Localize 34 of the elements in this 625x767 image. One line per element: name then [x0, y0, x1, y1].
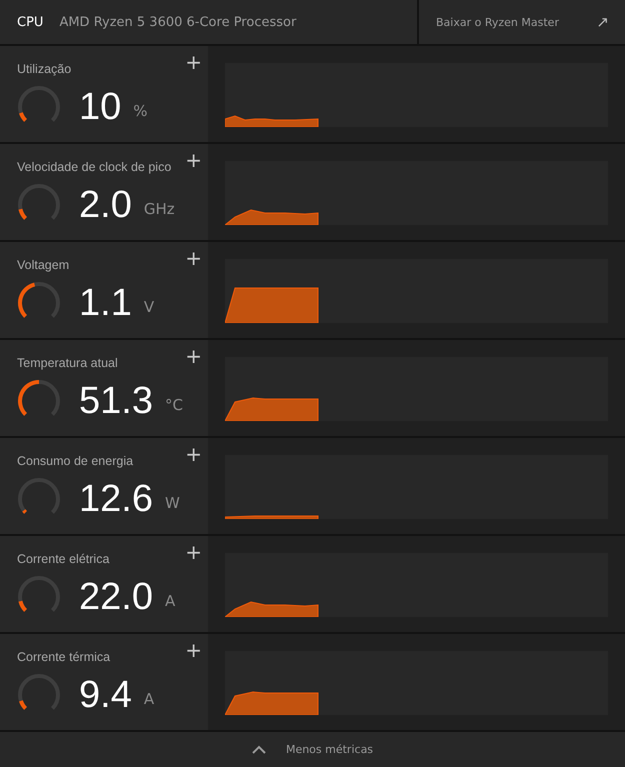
metric-value: 10 — [79, 86, 122, 128]
metric-unit: A — [144, 690, 154, 708]
chevron-up-icon — [252, 745, 266, 754]
metric-value: 2.0 — [79, 184, 132, 226]
metric-unit: A — [164, 592, 176, 610]
add-button[interactable]: + — [185, 640, 202, 660]
metric-title: Corrente térmica — [17, 650, 110, 664]
metric-title: Consumo de energia — [17, 454, 134, 468]
add-button[interactable]: + — [185, 444, 202, 464]
metric-unit: GHz — [144, 200, 175, 218]
metric-value: 51.3 — [79, 380, 153, 422]
add-button[interactable]: + — [185, 346, 202, 366]
metric-title: Temperatura atual — [17, 356, 118, 370]
metric-unit: °C — [164, 396, 183, 414]
add-button[interactable]: + — [185, 542, 202, 562]
processor-name: AMD Ryzen 5 3600 6-Core Processor — [59, 14, 296, 30]
metric-value: 9.4 — [79, 674, 132, 716]
metric-value: 22.0 — [79, 576, 153, 618]
metric-title: Corrente elétrica — [17, 552, 110, 566]
metric-value: 12.6 — [79, 478, 153, 520]
metric-value: 1.1 — [79, 282, 132, 324]
metric-title: Velocidade de clock de pico — [17, 160, 172, 174]
add-button[interactable]: + — [185, 52, 202, 72]
metric-title: Utilização — [17, 62, 72, 76]
metric-unit: V — [144, 298, 154, 316]
metric-unit: W — [164, 494, 180, 512]
cpu-label: CPU — [17, 14, 44, 30]
metric-unit: % — [133, 102, 148, 120]
ryzen-master-link[interactable]: Baixar o Ryzen Master ↗ — [419, 0, 625, 44]
less-metrics-button[interactable]: Menos métricas — [246, 742, 380, 757]
add-button[interactable]: + — [185, 150, 202, 170]
metric-title: Voltagem — [17, 258, 70, 272]
external-link-icon: ↗ — [596, 13, 609, 31]
add-button[interactable]: + — [185, 248, 202, 268]
